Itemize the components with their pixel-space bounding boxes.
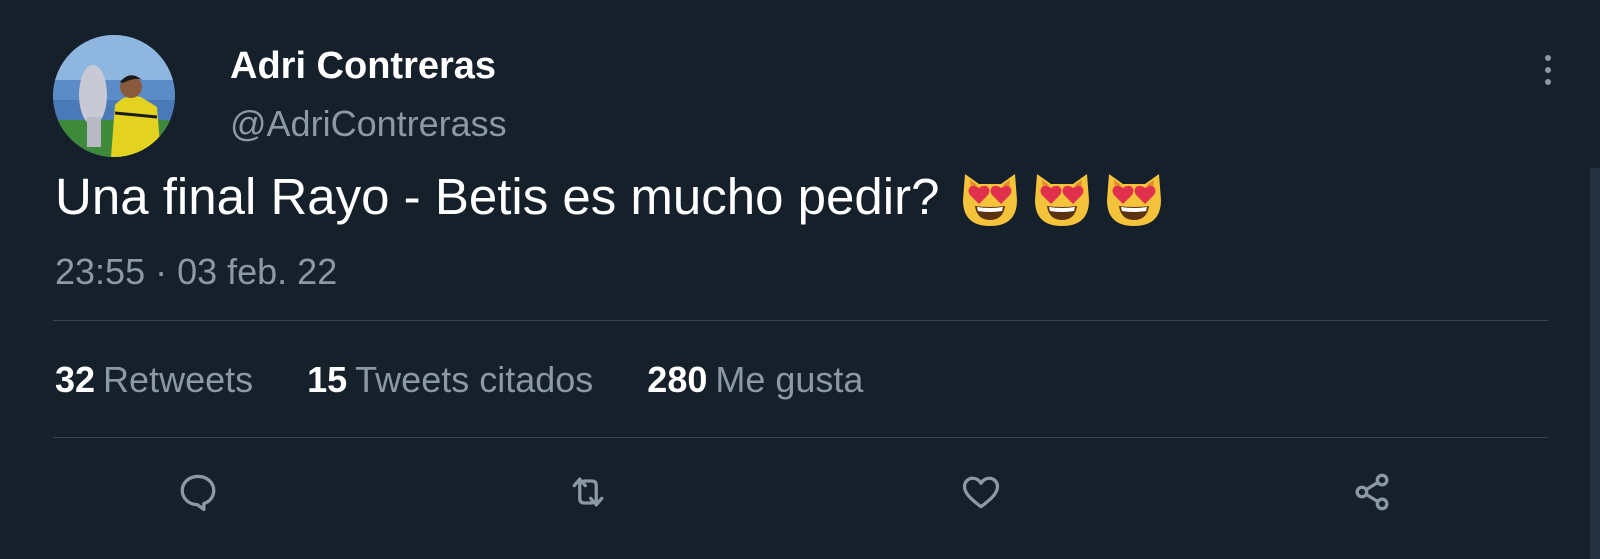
like-button[interactable] — [956, 467, 1006, 517]
more-options-button[interactable] — [1536, 52, 1560, 88]
tweet-body-text: Una final Rayo - Betis es mucho pedir? — [55, 168, 940, 225]
quotes-stat[interactable]: 15 Tweets citados — [307, 359, 593, 401]
more-vertical-icon — [1545, 55, 1551, 85]
retweets-count: 32 — [55, 359, 96, 400]
quotes-count: 15 — [307, 359, 348, 400]
smiling-cat-heart-eyes-icon — [1107, 174, 1162, 226]
likes-stat[interactable]: 280 Me gusta — [647, 359, 863, 401]
quotes-label: Tweets citados — [355, 359, 594, 400]
like-icon — [962, 476, 1000, 509]
retweet-button[interactable] — [563, 467, 613, 517]
emoji-group — [957, 164, 1167, 230]
tweet-detail: Adri Contreras @AdriContrerass Una final… — [0, 0, 1600, 559]
tweet-text: Una final Rayo - Betis es mucho pedir? — [55, 164, 1167, 230]
likes-count: 280 — [647, 359, 708, 400]
smiling-cat-heart-eyes-icon — [1035, 174, 1090, 226]
author-handle[interactable]: @AdriContrerass — [230, 102, 507, 146]
retweet-icon — [572, 477, 604, 507]
divider — [53, 320, 1548, 321]
retweets-stat[interactable]: 32 Retweets — [55, 359, 253, 401]
avatar-photo-icon — [53, 35, 175, 157]
tweet-stats: 32 Retweets 15 Tweets citados 280 Me gusta — [55, 358, 917, 402]
avatar[interactable] — [53, 35, 175, 157]
smiling-cat-heart-eyes-icon — [963, 174, 1018, 226]
divider — [53, 437, 1548, 438]
reply-button[interactable] — [173, 467, 223, 517]
share-icon — [1355, 473, 1389, 511]
author-display-name[interactable]: Adri Contreras — [230, 44, 496, 88]
tweet-timestamp[interactable]: 23:55 · 03 feb. 22 — [55, 250, 337, 294]
tweet-actions-bar — [53, 467, 1548, 517]
retweets-label: Retweets — [103, 359, 254, 400]
share-button[interactable] — [1347, 467, 1397, 517]
likes-label: Me gusta — [715, 359, 864, 400]
reply-icon — [180, 474, 216, 512]
scrollbar[interactable] — [1590, 168, 1600, 559]
